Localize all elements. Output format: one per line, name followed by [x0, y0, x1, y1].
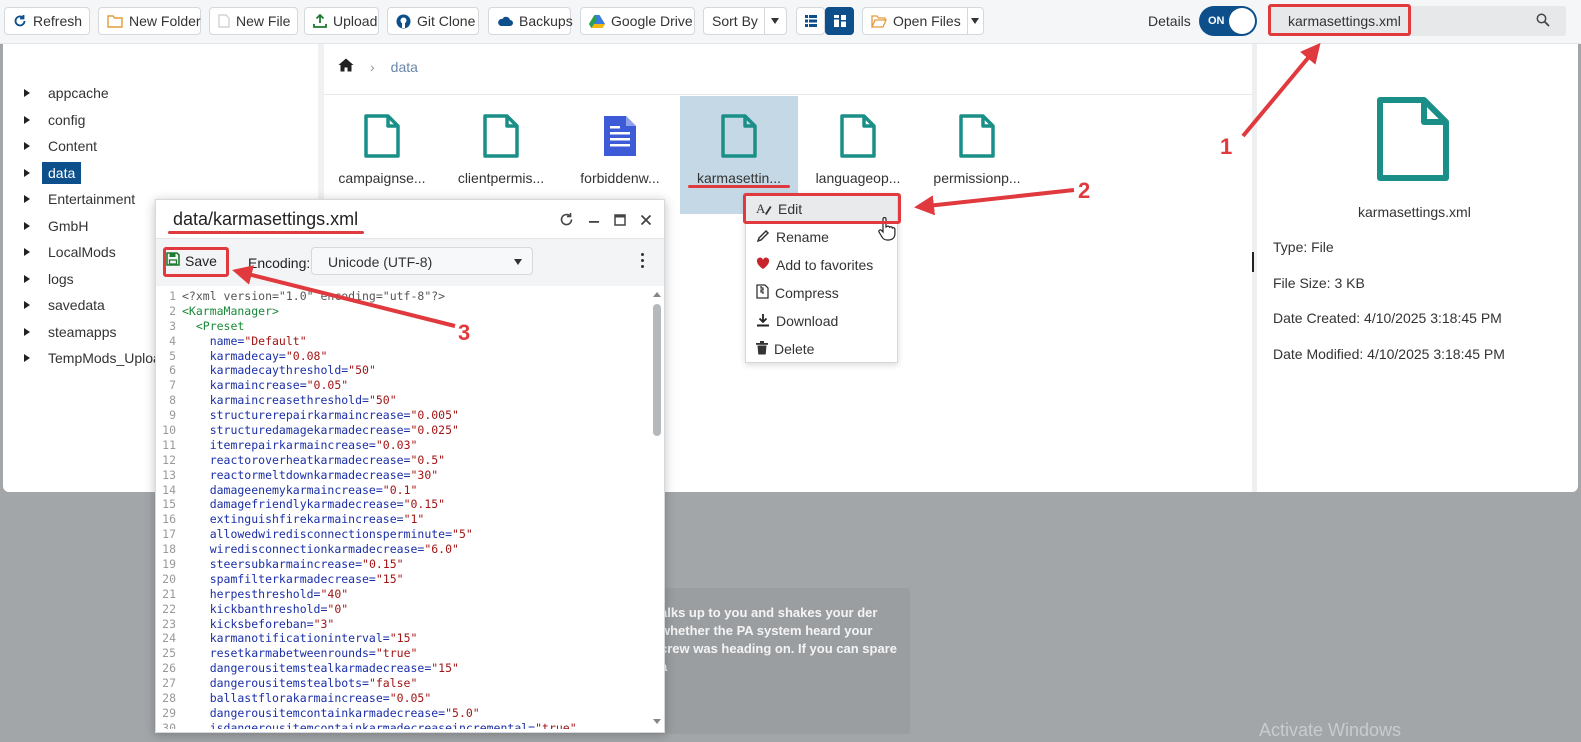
arrow-1 [1241, 42, 1321, 138]
annotation-arrows [232, 42, 1321, 328]
arrow-2 [914, 188, 1075, 216]
annotation-number-3: 3 [458, 320, 471, 345]
annotation-number-2: 2 [1078, 178, 1091, 203]
annotation-number-1: 1 [1220, 134, 1233, 159]
arrow-3 [232, 265, 456, 328]
